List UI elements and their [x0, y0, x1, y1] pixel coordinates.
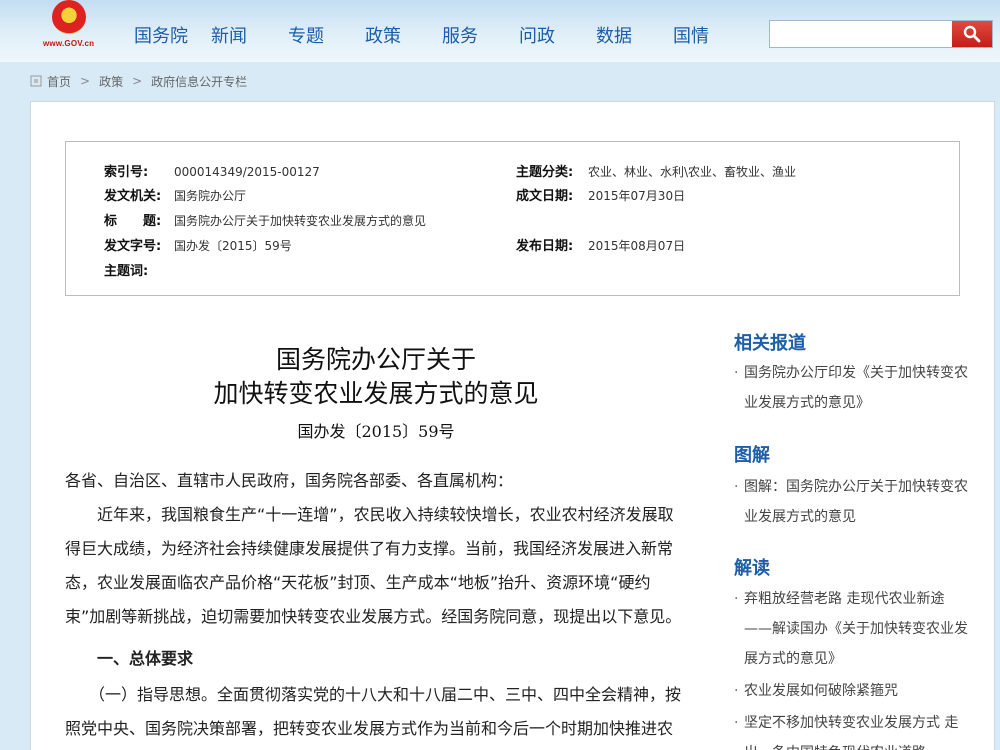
breadcrumb-gov-info[interactable]: 政府信息公开专栏	[151, 73, 247, 90]
logo-text: www.GOV.cn	[43, 39, 95, 48]
nav-item-data[interactable]: 数据	[596, 22, 673, 50]
site-logo[interactable]: www.GOV.cn	[40, 0, 100, 56]
breadcrumb: 首页 > 政策 > 政府信息公开专栏	[30, 71, 247, 91]
meta-issuer: 发文机关: 国务院办公厅	[104, 189, 247, 204]
interpretation-link-1[interactable]: 弃粗放经营老路 走现代农业新途——解读国办《关于加快转变农业发展方式的意见》	[734, 584, 969, 674]
search-icon	[963, 25, 981, 43]
site-header: www.GOV.cn 国务院 新闻 专题 政策 服务 问政 数据 国情	[0, 0, 1000, 62]
paragraph-2: （一）指导思想。全面贯彻落实党的十八大和十八届二中、三中、四中全会精神，按照党中…	[65, 685, 682, 738]
section-heading-1: 一、总体要求	[65, 649, 194, 668]
document-number: 国办发〔2015〕59号	[297, 422, 455, 441]
nav-item-national-info[interactable]: 国情	[673, 22, 733, 50]
meta-doc-number: 发文字号: 国办发〔2015〕59号	[104, 239, 292, 254]
breadcrumb-policy[interactable]: 政策	[99, 73, 123, 90]
nav-item-questions[interactable]: 问政	[519, 22, 596, 50]
nav-item-news[interactable]: 新闻	[211, 22, 288, 50]
breadcrumb-home[interactable]: 首页	[47, 73, 71, 90]
nav-item-services[interactable]: 服务	[442, 22, 519, 50]
search-button[interactable]	[952, 21, 992, 47]
graphic-link-1[interactable]: 图解：国务院办公厅关于加快转变农业发展方式的意见	[734, 472, 969, 532]
meta-published-date: 发布日期: 2015年08月07日	[516, 239, 686, 254]
national-emblem-icon	[52, 0, 86, 34]
interpretation-link-3[interactable]: 坚定不移加快转变农业发展方式 走出一条中国特色现代农业道路	[734, 708, 969, 750]
content-panel: 索引号: 000014349/2015-00127 主题分类: 农业、林业、水利\农…	[30, 101, 995, 750]
nav-item-policy[interactable]: 政策	[365, 22, 442, 50]
home-icon	[30, 75, 42, 87]
breadcrumb-separator: >	[80, 74, 91, 88]
main-nav: 国务院 新闻 专题 政策 服务 问政 数据 国情	[134, 22, 733, 50]
related-reports-heading: 相关报道	[734, 333, 806, 354]
salutation: 各省、自治区、直辖市人民政府，国务院各部委、各直属机构：	[65, 471, 514, 490]
graphic-heading: 图解	[734, 445, 770, 466]
document-title-line-2: 加快转变农业发展方式的意见	[213, 379, 539, 408]
search-input[interactable]	[770, 21, 952, 47]
meta-keywords: 主题词:	[104, 264, 149, 279]
interpretation-heading: 解读	[734, 558, 770, 579]
meta-category: 主题分类: 农业、林业、水利\农业、畜牧业、渔业	[516, 165, 797, 180]
related-link-1[interactable]: 国务院办公厅印发《关于加快转变农业发展方式的意见》	[734, 358, 969, 418]
document-metadata-box: 索引号: 000014349/2015-00127 主题分类: 农业、林业、水利\农…	[65, 141, 960, 296]
breadcrumb-separator: >	[132, 74, 143, 88]
search-box	[769, 20, 993, 48]
interpretation-link-2[interactable]: 农业发展如何破除紧箍咒	[734, 676, 969, 706]
meta-title: 标 题: 国务院办公厅关于加快转变农业发展方式的意见	[104, 214, 427, 229]
document-title-line-1: 国务院办公厅关于	[275, 345, 476, 374]
meta-index: 索引号: 000014349/2015-00127	[104, 165, 320, 180]
meta-written-date: 成文日期: 2015年07月30日	[516, 189, 686, 204]
paragraph-1: 近年来，我国粮食生产“十一连增”，农民收入持续较快增长，农业农村经济发展取得巨大…	[65, 505, 682, 626]
nav-item-topics[interactable]: 专题	[288, 22, 365, 50]
nav-item-state-council[interactable]: 国务院	[134, 22, 211, 50]
